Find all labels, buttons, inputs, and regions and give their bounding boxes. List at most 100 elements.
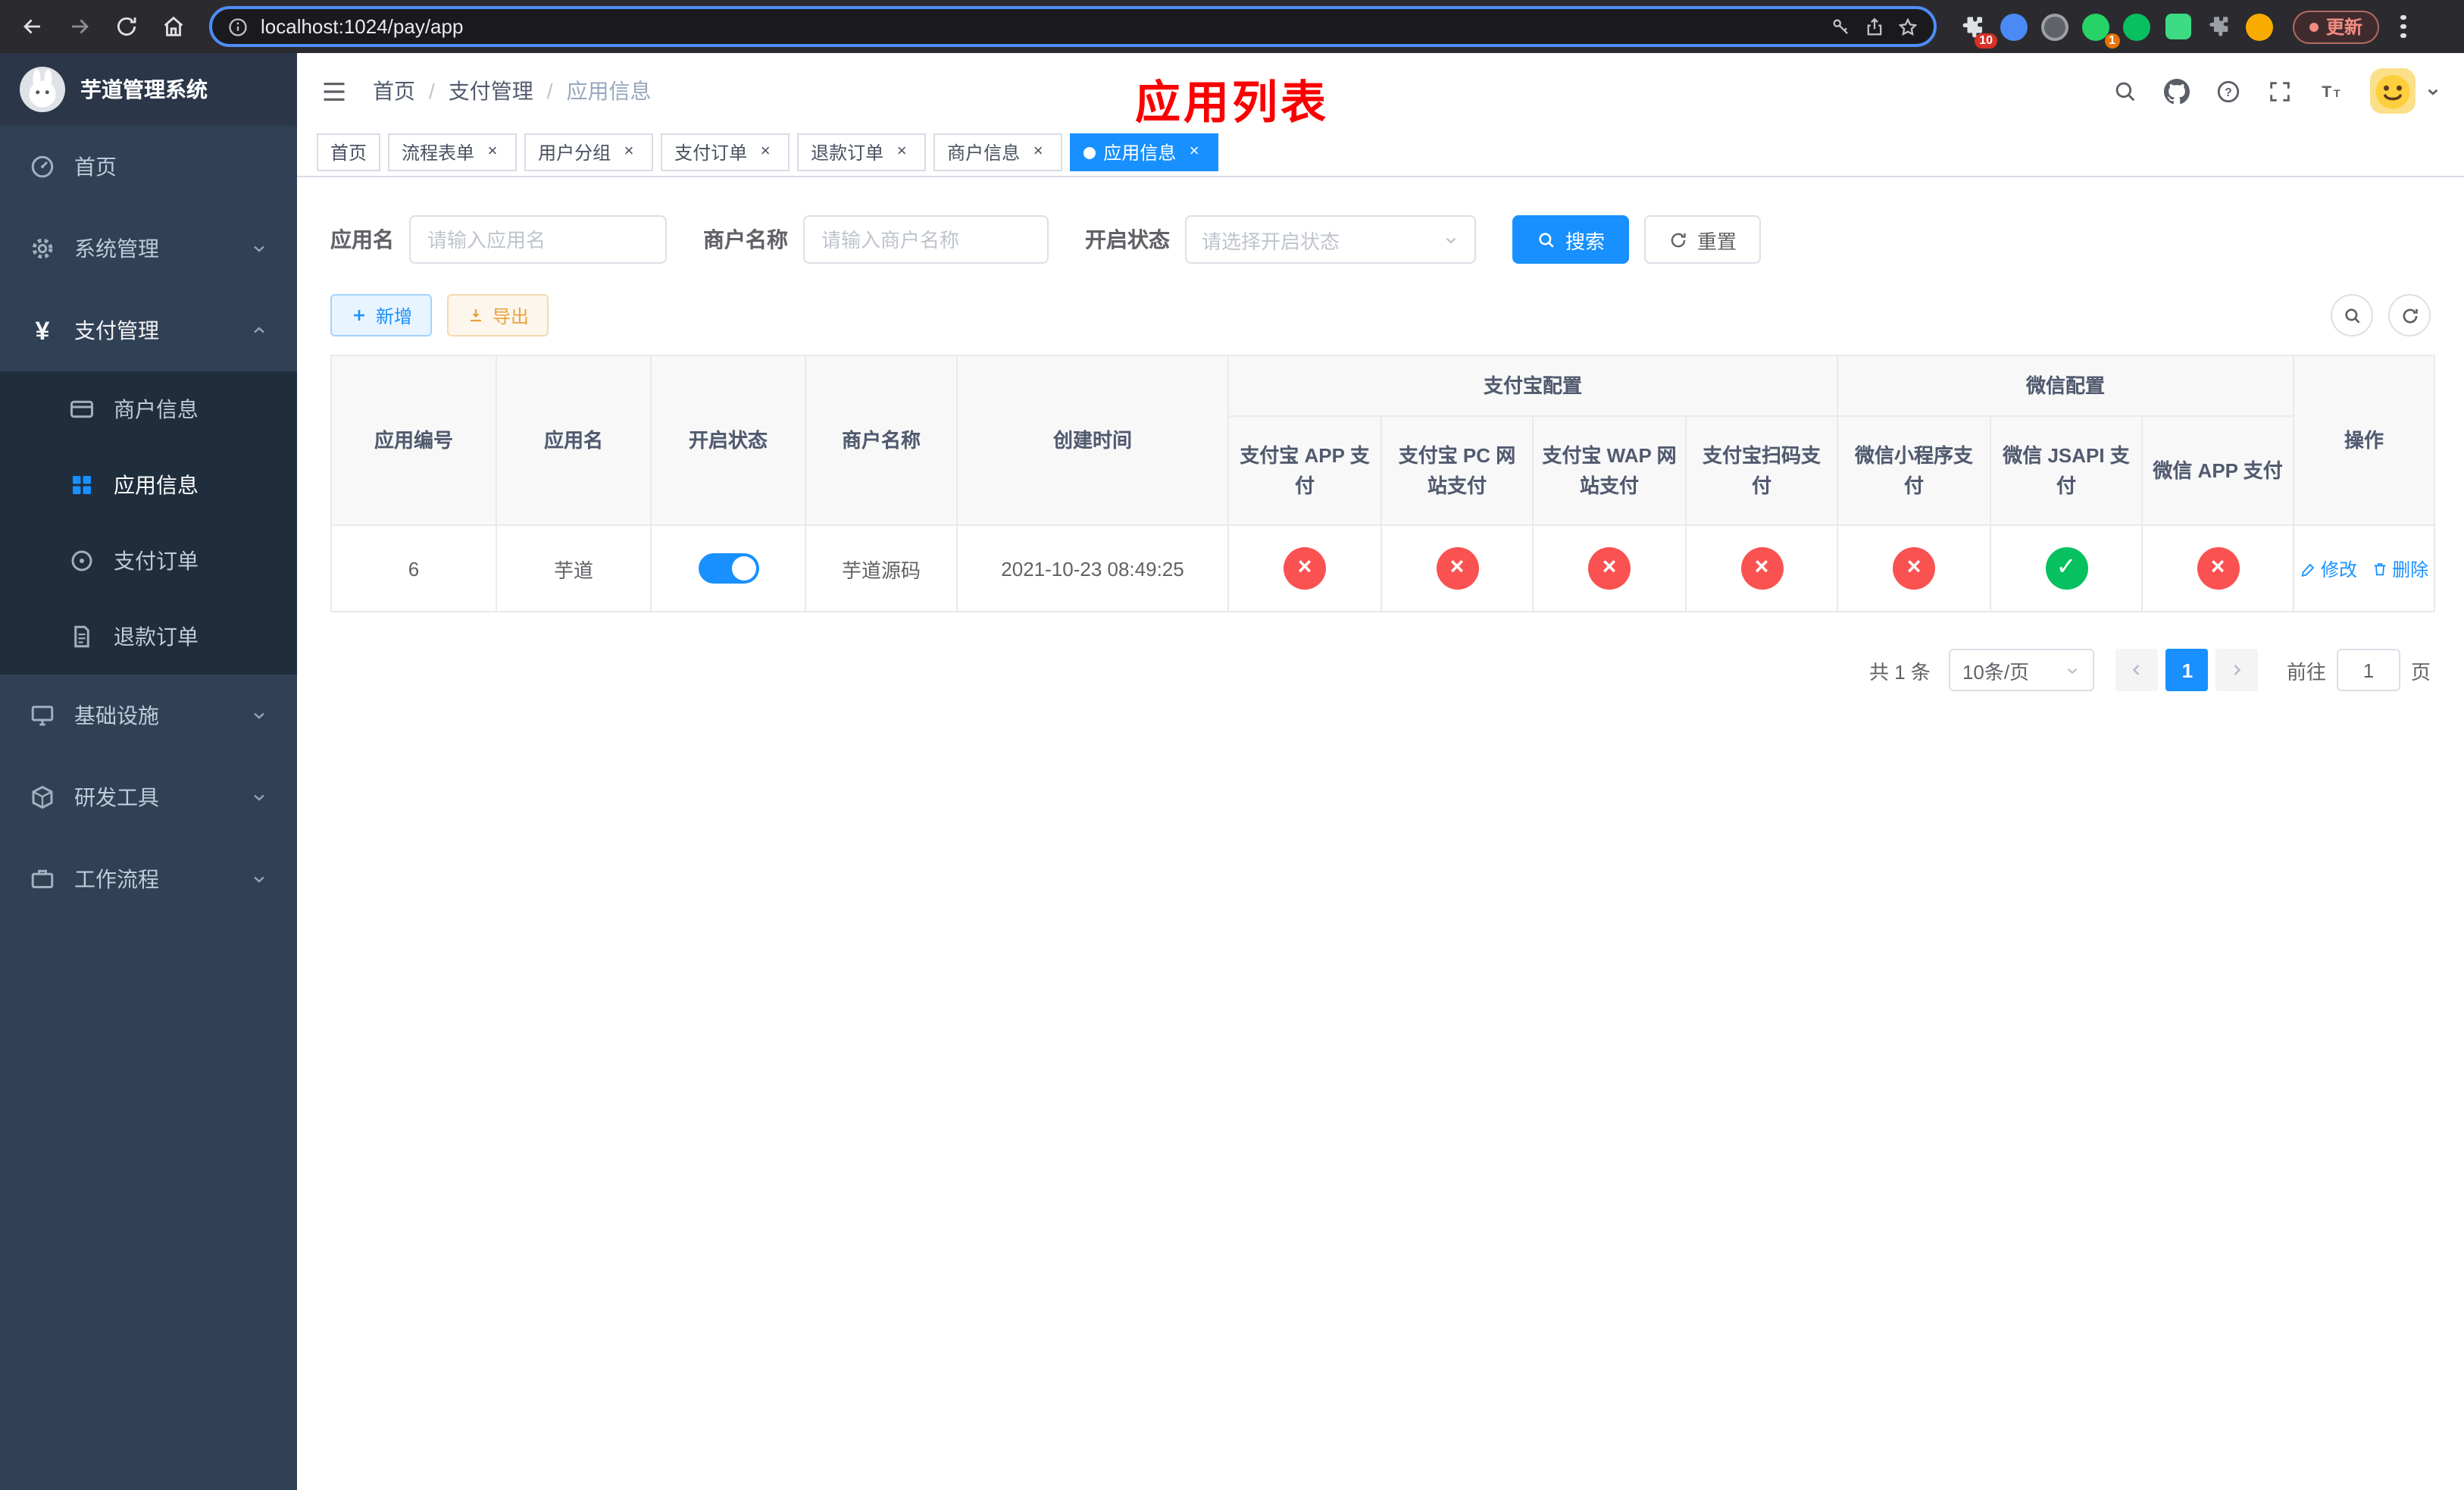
export-button[interactable]: 导出 — [447, 294, 549, 337]
dashboard-icon — [29, 153, 56, 180]
sidebar-subitem-payment-order[interactable]: 支付订单 — [0, 523, 297, 599]
tab-refund-order[interactable]: 退款订单 × — [797, 133, 927, 171]
page-size-select[interactable]: 10条/页 — [1948, 649, 2094, 691]
add-button[interactable]: 新增 — [330, 294, 433, 337]
search-button-label: 搜索 — [1565, 230, 1606, 252]
tab-label: 商户信息 — [947, 142, 1021, 164]
extension-badge: 10 — [1975, 33, 1997, 48]
browser-menu-icon[interactable] — [2391, 14, 2415, 39]
reload-icon[interactable] — [106, 6, 147, 47]
extension-icon[interactable] — [2203, 11, 2234, 42]
goto-page-input[interactable] — [2336, 649, 2400, 691]
col-create-time: 创建时间 — [956, 355, 1229, 526]
sidebar-item-dev-tools[interactable]: 研发工具 — [0, 756, 297, 838]
site-info-icon[interactable] — [227, 16, 249, 37]
password-key-icon[interactable] — [1831, 16, 1852, 37]
yen-icon: ¥ — [35, 316, 50, 345]
show-search-button[interactable] — [2331, 294, 2373, 337]
extension-icon[interactable] — [2122, 11, 2152, 42]
col-wechat-lite: 微信小程序支付 — [1837, 415, 1992, 526]
col-alipay-qr: 支付宝扫码支付 — [1684, 415, 1839, 526]
tab-payment-order[interactable]: 支付订单 × — [661, 133, 790, 171]
sidebar-item-payment[interactable]: ¥ 支付管理 — [0, 290, 297, 371]
back-icon[interactable] — [12, 6, 53, 47]
enabled-toggle[interactable] — [698, 553, 758, 584]
close-icon[interactable]: × — [1027, 142, 1049, 163]
url-text[interactable]: localhost:1024/pay/app — [261, 15, 1818, 38]
breadcrumb-home[interactable]: 首页 — [373, 76, 415, 106]
fullscreen-icon[interactable] — [2267, 78, 2293, 104]
github-icon[interactable] — [2164, 78, 2190, 104]
filter-merchant-name: 商户名称 — [703, 215, 1049, 264]
user-avatar[interactable] — [2370, 68, 2441, 114]
bookmark-star-icon[interactable] — [1897, 16, 1918, 37]
extension-icon[interactable] — [2244, 11, 2275, 42]
col-group-alipay: 支付宝配置 — [1227, 355, 1839, 417]
extension-badge: 1 — [2104, 33, 2120, 48]
menu-label: 基础设施 — [74, 703, 159, 728]
extension-icon[interactable] — [1999, 11, 2029, 42]
navbar-actions: ? TT — [2112, 68, 2441, 114]
search-button[interactable]: 搜索 — [1512, 215, 1630, 264]
tab-process-form[interactable]: 流程表单 × — [388, 133, 518, 171]
sidebar-subitem-refund-order[interactable]: 退款订单 — [0, 599, 297, 675]
reset-button[interactable]: 重置 — [1644, 215, 1762, 264]
page-1-button[interactable]: 1 — [2165, 649, 2209, 691]
svg-text:T: T — [2334, 87, 2340, 99]
download-icon — [471, 309, 482, 322]
navbar: 首页 / 支付管理 / 应用信息 ? T T — [297, 53, 2464, 129]
merchant-name-input[interactable] — [803, 215, 1049, 264]
extensions-puzzle-icon[interactable]: 10 — [1958, 11, 1997, 48]
extension-icon[interactable]: 1 — [2081, 11, 2120, 48]
tab-home[interactable]: 首页 — [317, 133, 381, 171]
chevron-right-icon — [2234, 665, 2242, 675]
home-icon[interactable] — [153, 6, 194, 47]
pagination: 共 1 条 10条/页 1 前往 1 页 — [330, 649, 2431, 691]
sidebar-item-infrastructure[interactable]: 基础设施 — [0, 675, 297, 756]
tab-user-group[interactable]: 用户分组 × — [524, 133, 654, 171]
url-bar[interactable]: localhost:1024/pay/app — [209, 6, 1937, 47]
next-page-button[interactable] — [2215, 649, 2259, 691]
prev-page-button[interactable] — [2115, 649, 2159, 691]
breadcrumb-current: 应用信息 — [566, 79, 652, 103]
credit-card-icon — [68, 396, 95, 423]
help-icon[interactable]: ? — [2215, 78, 2241, 104]
close-icon[interactable]: × — [891, 142, 912, 163]
app-name-input[interactable] — [409, 215, 667, 264]
chevron-down-icon — [250, 239, 268, 258]
extension-icon[interactable] — [2040, 11, 2070, 42]
font-size-icon[interactable]: TT — [2319, 78, 2344, 104]
extension-icon[interactable] — [2162, 11, 2193, 42]
edit-button[interactable]: 修改 — [2300, 556, 2357, 581]
sidebar-subitem-merchant-info[interactable]: 商户信息 — [0, 371, 297, 447]
sidebar-item-system[interactable]: 系统管理 — [0, 208, 297, 290]
close-icon[interactable]: × — [1184, 142, 1205, 163]
alipay-qr-status-icon: × — [1740, 547, 1783, 590]
sidebar-item-workflow[interactable]: 工作流程 — [0, 838, 297, 920]
forward-icon[interactable] — [59, 6, 100, 47]
cell-wechat-jsapi: ✓ — [1990, 524, 2143, 612]
close-icon[interactable]: × — [618, 142, 639, 163]
edit-label: 修改 — [2321, 559, 2358, 580]
breadcrumb-payment[interactable]: 支付管理 — [449, 76, 533, 106]
sidebar-subitem-app-info[interactable]: 应用信息 — [0, 447, 297, 523]
status-select[interactable]: 请选择开启状态 — [1185, 215, 1476, 264]
reset-button-label: 重置 — [1697, 230, 1737, 252]
merchant-name-label: 商户名称 — [703, 227, 788, 252]
close-icon[interactable]: × — [482, 142, 503, 163]
sidebar-item-home[interactable]: 首页 — [0, 126, 297, 208]
col-app-id: 应用编号 — [330, 355, 497, 526]
menu-label: 工作流程 — [74, 867, 159, 891]
hamburger-icon[interactable] — [320, 77, 349, 105]
share-icon[interactable] — [1864, 16, 1885, 37]
search-icon[interactable] — [2112, 78, 2138, 104]
sidebar-menu: 首页 系统管理 ¥ 支付管理 商户信息 应用信息 支付订单 退款订单 基础设施 … — [0, 126, 297, 920]
refresh-table-button[interactable] — [2388, 294, 2431, 337]
tab-merchant-info[interactable]: 商户信息 × — [933, 133, 1063, 171]
tab-app-info[interactable]: 应用信息 × — [1070, 133, 1219, 171]
menu-label: 退款订单 — [114, 624, 199, 649]
app-logo[interactable]: 芋道管理系统 — [0, 53, 297, 126]
close-icon[interactable]: × — [755, 142, 776, 163]
browser-update-button[interactable]: 更新 — [2293, 10, 2380, 43]
delete-button[interactable]: 删除 — [2371, 556, 2428, 581]
